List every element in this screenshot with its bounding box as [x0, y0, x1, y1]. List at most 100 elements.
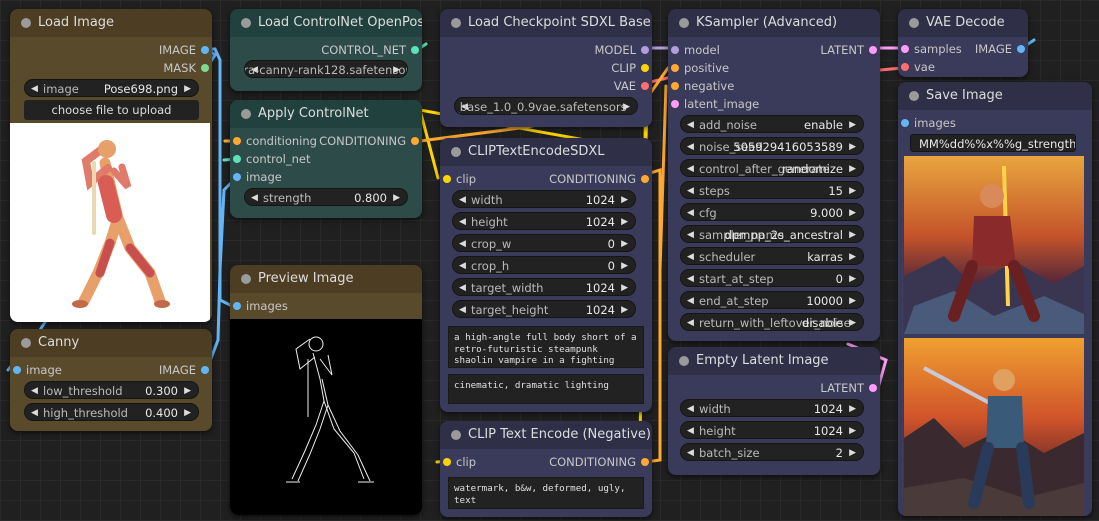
right-arrow-icon[interactable]: ▶: [623, 98, 630, 114]
ckpt-name-combo[interactable]: ◀ sd_xl_base_1.0_0.9vae.safetensors ▶: [454, 97, 638, 115]
collapse-dot-icon[interactable]: [679, 18, 689, 28]
collapse-dot-icon[interactable]: [679, 356, 689, 366]
input-positive[interactable]: positive: [668, 59, 729, 77]
input-clip-port[interactable]: [443, 458, 451, 466]
left-arrow-icon[interactable]: ◀: [459, 191, 466, 207]
input-control-net[interactable]: control_net: [230, 150, 311, 168]
node-title[interactable]: Load Checkpoint SDXL Base: [440, 9, 652, 37]
input-clip-port[interactable]: [443, 175, 451, 183]
save-image-node[interactable]: Save Image images MM%dd%%x%%g_strength%%…: [898, 82, 1092, 516]
node-title[interactable]: Empty Latent Image: [668, 347, 880, 375]
right-arrow-icon[interactable]: ▶: [849, 138, 856, 154]
node-title[interactable]: Load ControlNet OpenPose: [230, 9, 422, 37]
output-latent-port[interactable]: [869, 46, 877, 54]
collapse-dot-icon[interactable]: [451, 147, 461, 157]
output-image[interactable]: IMAGE: [159, 41, 212, 59]
input-clip[interactable]: clip: [440, 170, 476, 188]
right-arrow-icon[interactable]: ▶: [849, 248, 856, 264]
widget-add-noise[interactable]: ◀ add_noise enable ▶: [680, 115, 864, 133]
node-title[interactable]: Load Image: [10, 9, 212, 37]
output-conditioning-port[interactable]: [641, 458, 649, 466]
collapse-dot-icon[interactable]: [241, 109, 251, 119]
clip-text-encode-sdxl-node[interactable]: CLIPTextEncodeSDXL clip CONDITIONING ◀ wi…: [440, 138, 652, 412]
widget-steps[interactable]: ◀ steps 15 ▶: [680, 181, 864, 199]
output-conditioning[interactable]: CONDITIONING: [549, 453, 652, 471]
input-clip[interactable]: clip: [440, 453, 476, 471]
output-conditioning[interactable]: CONDITIONING: [319, 132, 422, 150]
widget-width[interactable]: ◀ width 1024 ▶: [452, 190, 636, 208]
clip-text-encode-negative-node[interactable]: CLIP Text Encode (Negative) clip CONDITI…: [440, 421, 652, 517]
image-combo[interactable]: ◀ image Pose698.png ▶: [24, 79, 199, 97]
output-image-port[interactable]: [201, 366, 209, 374]
left-arrow-icon[interactable]: ◀: [31, 404, 38, 420]
input-latent-image-port[interactable]: [671, 100, 679, 108]
widget-target-width[interactable]: ◀ target_width 1024 ▶: [452, 278, 636, 296]
empty-latent-image-node[interactable]: Empty Latent Image LATENT ◀ width 1024 ▶ ◀ he…: [668, 347, 880, 475]
widget-batch-size[interactable]: ◀ batch_size 2 ▶: [680, 443, 864, 461]
right-arrow-icon[interactable]: ▶: [621, 191, 628, 207]
output-control-net[interactable]: CONTROL_NET: [321, 41, 422, 59]
input-negative[interactable]: negative: [668, 77, 734, 95]
input-conditioning-port[interactable]: [233, 137, 241, 145]
right-arrow-icon[interactable]: ▶: [621, 235, 628, 251]
left-arrow-icon[interactable]: ◀: [687, 422, 694, 438]
right-arrow-icon[interactable]: ▶: [184, 382, 191, 398]
left-arrow-icon[interactable]: ◀: [459, 301, 466, 317]
output-latent-port[interactable]: [869, 384, 877, 392]
input-latent-image[interactable]: latent_image: [668, 95, 759, 113]
left-arrow-icon[interactable]: ◀: [687, 400, 694, 416]
high-threshold-widget[interactable]: ◀ high_threshold 0.400 ▶: [24, 403, 199, 421]
output-image-port[interactable]: [201, 46, 209, 54]
left-arrow-icon[interactable]: ◀: [31, 80, 38, 96]
input-image[interactable]: image: [10, 361, 62, 379]
widget-cfg[interactable]: ◀ cfg 9.000 ▶: [680, 203, 864, 221]
right-arrow-icon[interactable]: ▶: [184, 80, 191, 96]
output-mask[interactable]: MASK: [163, 59, 212, 77]
widget-crop-w[interactable]: ◀ crop_w 0 ▶: [452, 234, 636, 252]
node-title[interactable]: CLIP Text Encode (Negative): [440, 421, 652, 449]
node-title[interactable]: Save Image: [898, 82, 1092, 110]
right-arrow-icon[interactable]: ▶: [849, 444, 856, 460]
left-arrow-icon[interactable]: ◀: [687, 138, 694, 154]
left-arrow-icon[interactable]: ◀: [687, 248, 694, 264]
input-vae[interactable]: vae: [898, 58, 935, 76]
widget-height[interactable]: ◀ height 1024 ▶: [452, 212, 636, 230]
widget-control-after-generate[interactable]: ◀ control_after_generate randomize ▶: [680, 159, 864, 177]
widget-crop-h[interactable]: ◀ crop_h 0 ▶: [452, 256, 636, 274]
load-checkpoint-node[interactable]: Load Checkpoint SDXL Base MODEL CLIP VAE…: [440, 9, 652, 127]
right-arrow-icon[interactable]: ▶: [849, 400, 856, 416]
left-arrow-icon[interactable]: ◀: [251, 189, 258, 205]
left-arrow-icon[interactable]: ◀: [687, 160, 694, 176]
filename-prefix-field[interactable]: MM%dd%%x%%g_strength%%k.se: [910, 134, 1076, 152]
left-arrow-icon[interactable]: ◀: [687, 314, 694, 330]
collapse-dot-icon[interactable]: [241, 274, 251, 284]
left-arrow-icon[interactable]: ◀: [687, 292, 694, 308]
node-title[interactable]: VAE Decode: [898, 9, 1028, 37]
collapse-dot-icon[interactable]: [21, 18, 31, 28]
prompt-g-textarea[interactable]: a high-angle full body short of a retro-…: [448, 326, 644, 368]
collapse-dot-icon[interactable]: [451, 18, 461, 28]
input-positive-port[interactable]: [671, 64, 679, 72]
right-arrow-icon[interactable]: ▶: [849, 116, 856, 132]
canny-node[interactable]: Canny image IMAGE ◀ low_threshold 0.300 …: [10, 329, 212, 431]
low-threshold-widget[interactable]: ◀ low_threshold 0.300 ▶: [24, 381, 199, 399]
output-model[interactable]: MODEL: [594, 41, 652, 59]
left-arrow-icon[interactable]: ◀: [459, 257, 466, 273]
input-negative-port[interactable]: [671, 82, 679, 90]
output-vae[interactable]: VAE: [614, 77, 652, 95]
left-arrow-icon[interactable]: ◀: [687, 270, 694, 286]
output-latent[interactable]: LATENT: [820, 379, 880, 397]
right-arrow-icon[interactable]: ▶: [849, 182, 856, 198]
widget-width[interactable]: ◀ width 1024 ▶: [680, 399, 864, 417]
output-image[interactable]: IMAGE: [159, 361, 212, 379]
widget-height[interactable]: ◀ height 1024 ▶: [680, 421, 864, 439]
left-arrow-icon[interactable]: ◀: [687, 182, 694, 198]
vae-decode-node[interactable]: VAE Decode samples IMAGE vae: [898, 9, 1028, 77]
right-arrow-icon[interactable]: ▶: [393, 61, 400, 77]
prompt-l-textarea[interactable]: cinematic, dramatic lighting: [448, 374, 644, 404]
node-title[interactable]: Apply ControlNet: [230, 100, 422, 128]
node-title[interactable]: CLIPTextEncodeSDXL: [440, 138, 652, 166]
output-clip[interactable]: CLIP: [611, 59, 652, 77]
right-arrow-icon[interactable]: ▶: [849, 204, 856, 220]
left-arrow-icon[interactable]: ◀: [687, 226, 694, 242]
